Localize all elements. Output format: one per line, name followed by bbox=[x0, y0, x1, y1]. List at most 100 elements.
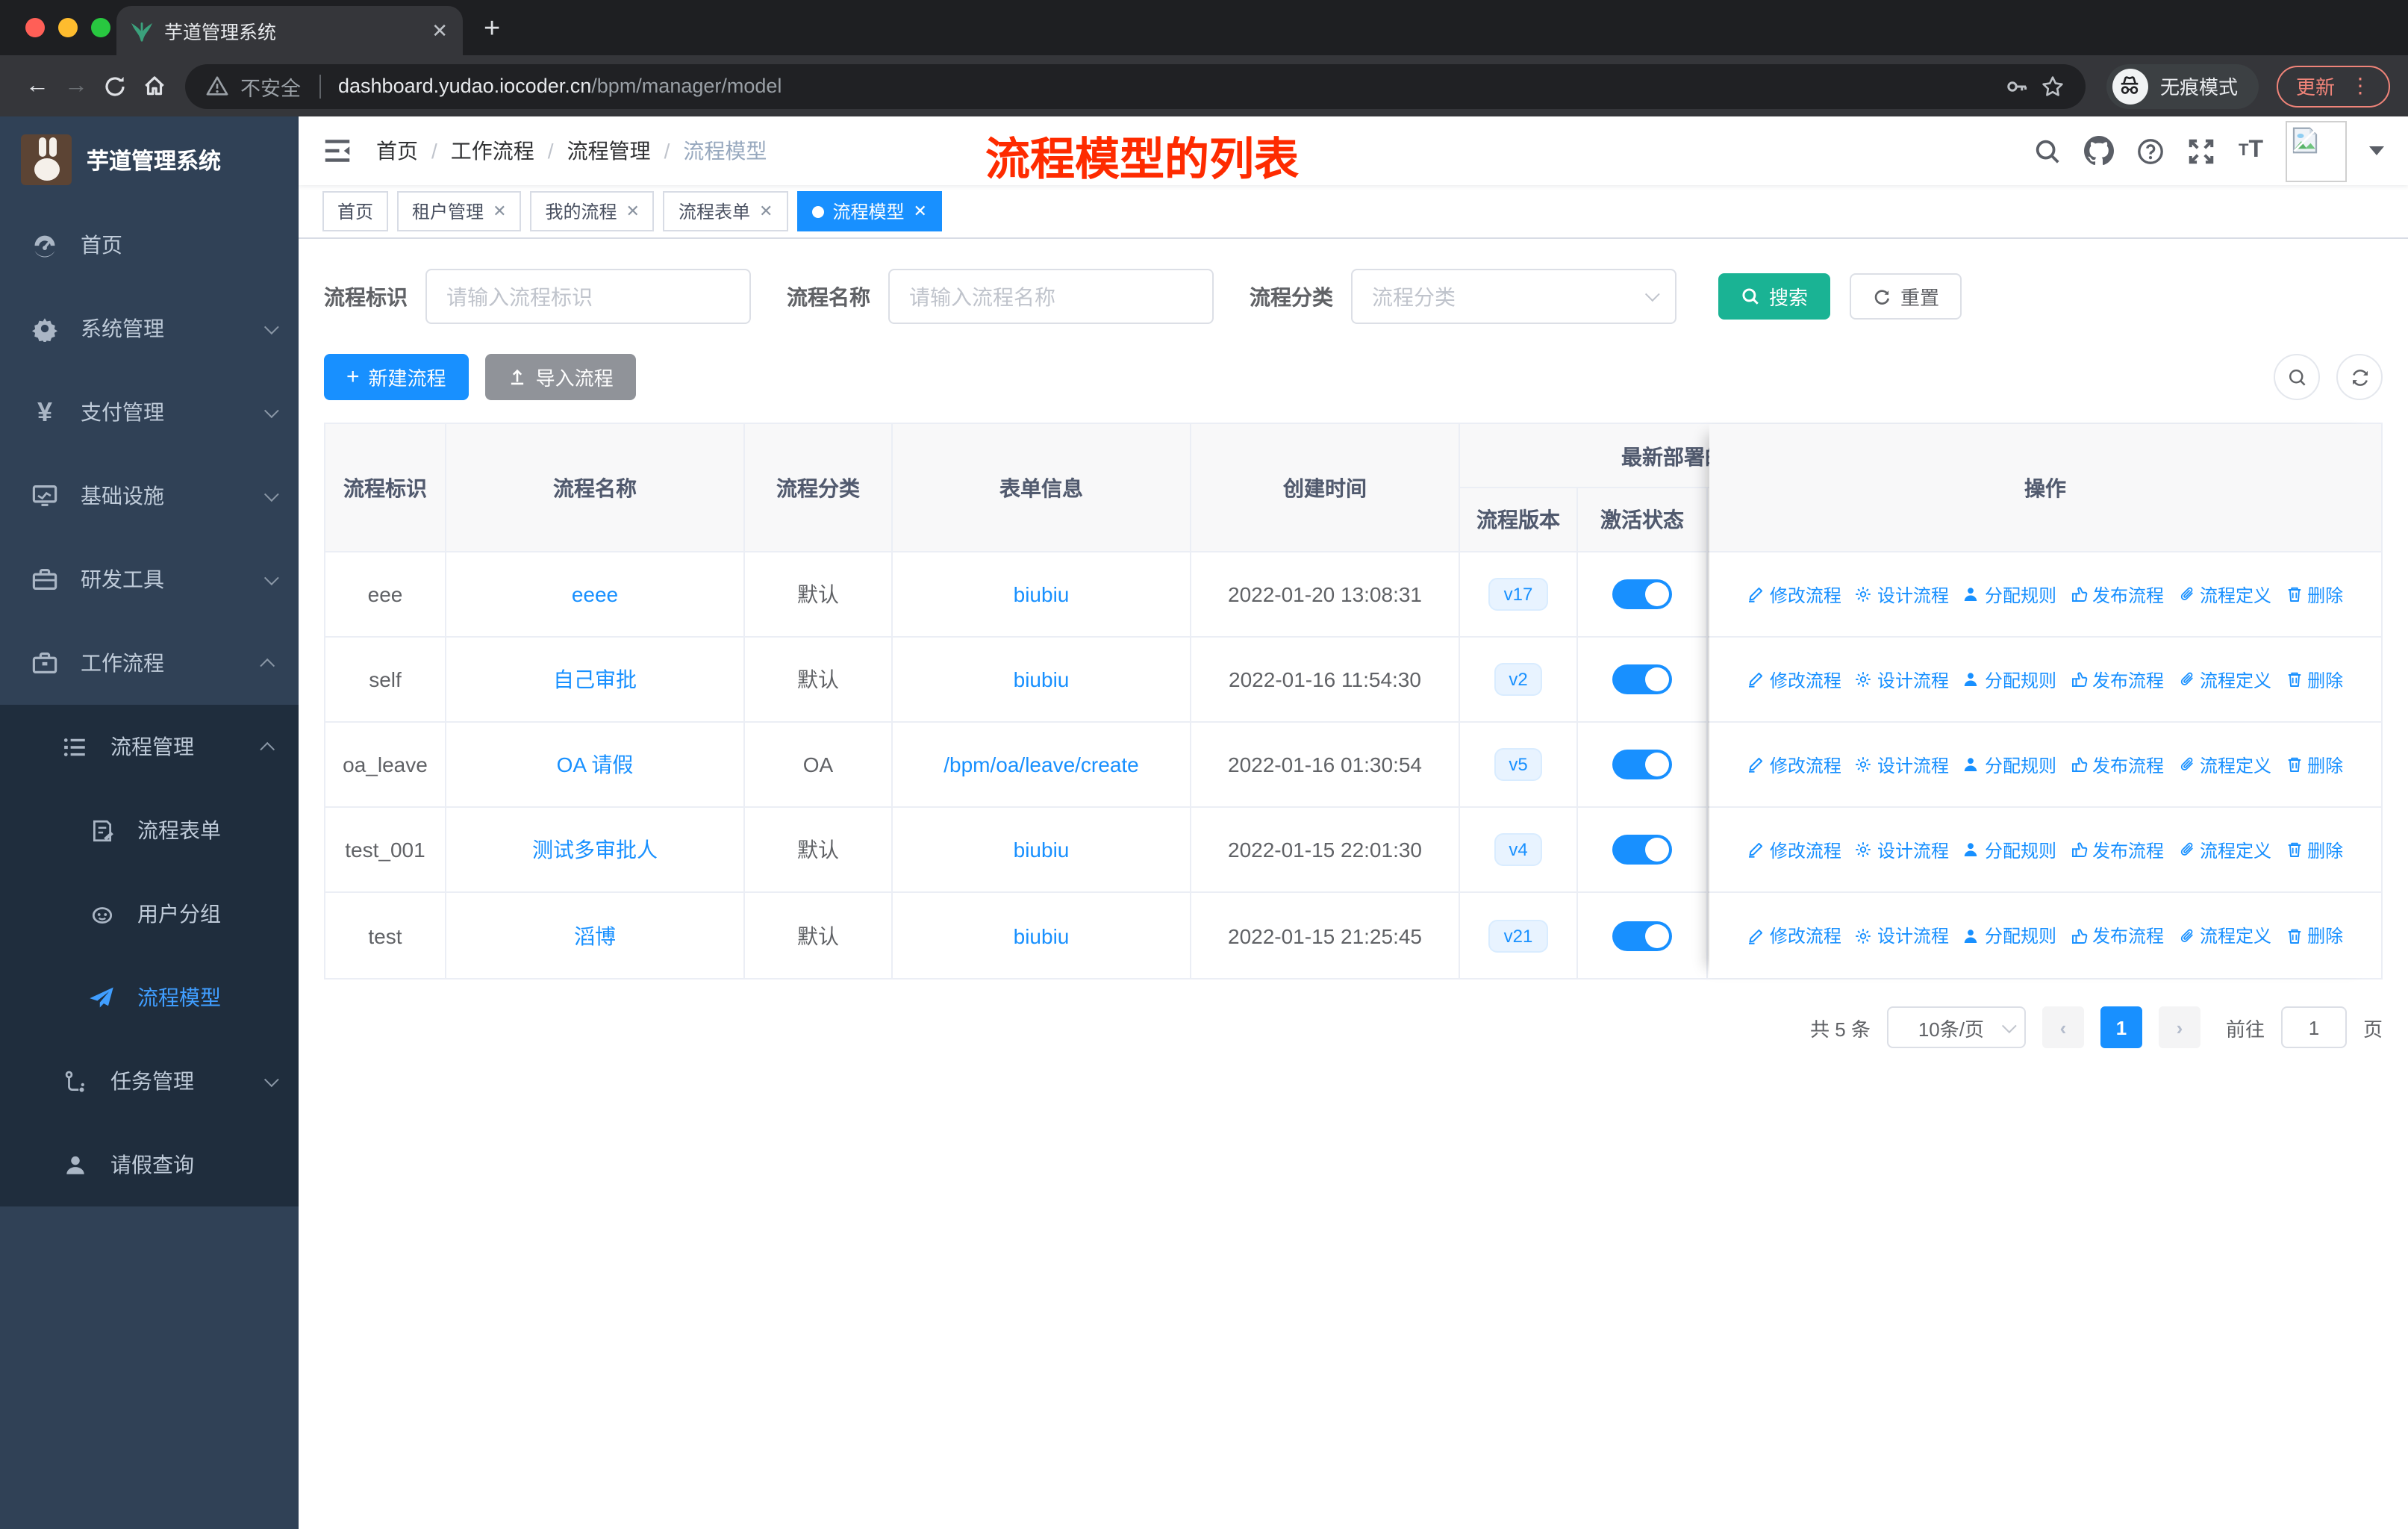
tag-process-model[interactable]: 流程模型 ✕ bbox=[796, 191, 942, 231]
next-page-button[interactable]: › bbox=[2158, 1006, 2200, 1048]
user-avatar[interactable] bbox=[2286, 120, 2347, 181]
assign-rule-link[interactable]: 分配规则 bbox=[1962, 837, 2056, 862]
process-definition-link[interactable]: 流程定义 bbox=[2177, 923, 2271, 948]
sidebar-item-user-group[interactable]: 用户分组 bbox=[0, 872, 299, 956]
sidebar-collapse-icon[interactable] bbox=[322, 136, 352, 166]
sidebar-logo-row[interactable]: 芋道管理系统 bbox=[0, 116, 299, 203]
cell-name-link[interactable]: OA 请假 bbox=[446, 723, 745, 806]
assign-rule-link[interactable]: 分配规则 bbox=[1962, 582, 2056, 607]
tag-close-icon[interactable]: ✕ bbox=[759, 202, 773, 221]
password-key-icon[interactable] bbox=[2005, 74, 2029, 98]
publish-process-link[interactable]: 发布流程 bbox=[2070, 837, 2164, 862]
active-toggle[interactable] bbox=[1612, 921, 1672, 950]
filter-key-input[interactable] bbox=[425, 269, 751, 324]
minimize-window-button[interactable] bbox=[58, 18, 78, 37]
publish-process-link[interactable]: 发布流程 bbox=[2070, 923, 2164, 948]
reset-button[interactable]: 重置 bbox=[1850, 273, 1962, 320]
help-icon[interactable] bbox=[2137, 137, 2165, 165]
close-window-button[interactable] bbox=[25, 18, 45, 37]
delete-link[interactable]: 删除 bbox=[2285, 923, 2343, 948]
delete-link[interactable]: 删除 bbox=[2285, 582, 2343, 607]
breadcrumb-process-mgmt[interactable]: 流程管理 bbox=[567, 136, 651, 166]
tag-home[interactable]: 首页 bbox=[322, 191, 389, 231]
address-bar[interactable]: 不安全 dashboard.yudao.iocoder.cn/bpm/manag… bbox=[185, 63, 2086, 108]
publish-process-link[interactable]: 发布流程 bbox=[2070, 752, 2164, 777]
security-warning-icon[interactable] bbox=[206, 75, 228, 97]
sidebar-item-process-mgmt[interactable]: 流程管理 bbox=[0, 705, 299, 788]
breadcrumb-workflow[interactable]: 工作流程 bbox=[451, 136, 534, 166]
design-process-link[interactable]: 设计流程 bbox=[1855, 923, 1949, 948]
maximize-window-button[interactable] bbox=[91, 18, 110, 37]
cell-form-link[interactable]: biubiu bbox=[893, 638, 1191, 721]
cell-name-link[interactable]: 测试多审批人 bbox=[446, 808, 745, 891]
browser-menu-icon[interactable]: ⋮ bbox=[2350, 73, 2371, 99]
assign-rule-link[interactable]: 分配规则 bbox=[1962, 752, 2056, 777]
active-toggle[interactable] bbox=[1612, 664, 1672, 694]
sidebar-item-infra[interactable]: 基础设施 bbox=[0, 454, 299, 538]
design-process-link[interactable]: 设计流程 bbox=[1855, 667, 1949, 692]
avatar-caret-icon[interactable] bbox=[2369, 146, 2384, 155]
create-process-button[interactable]: + 新建流程 bbox=[324, 354, 469, 400]
new-tab-button[interactable]: + bbox=[484, 13, 500, 46]
goto-page-input[interactable] bbox=[2280, 1006, 2347, 1048]
sidebar-item-task-mgmt[interactable]: 任务管理 bbox=[0, 1039, 299, 1123]
font-size-icon[interactable]: TT bbox=[2239, 137, 2263, 164]
design-process-link[interactable]: 设计流程 bbox=[1855, 752, 1949, 777]
fullscreen-icon[interactable] bbox=[2188, 137, 2216, 165]
cell-name-link[interactable]: 自己审批 bbox=[446, 638, 745, 721]
edit-process-link[interactable]: 修改流程 bbox=[1747, 582, 1841, 607]
design-process-link[interactable]: 设计流程 bbox=[1855, 582, 1949, 607]
delete-link[interactable]: 删除 bbox=[2285, 752, 2343, 777]
browser-tab[interactable]: 芋道管理系统 ✕ bbox=[116, 6, 463, 55]
edit-process-link[interactable]: 修改流程 bbox=[1747, 837, 1841, 862]
active-toggle[interactable] bbox=[1612, 579, 1672, 609]
page-size-select[interactable]: 10条/页 bbox=[1886, 1006, 2026, 1048]
refresh-table-icon[interactable] bbox=[2336, 354, 2383, 400]
back-button[interactable]: ← bbox=[18, 72, 57, 99]
process-definition-link[interactable]: 流程定义 bbox=[2177, 752, 2271, 777]
assign-rule-link[interactable]: 分配规则 bbox=[1962, 667, 2056, 692]
filter-category-select[interactable]: 流程分类 bbox=[1351, 269, 1676, 324]
delete-link[interactable]: 删除 bbox=[2285, 667, 2343, 692]
reload-button[interactable] bbox=[96, 74, 134, 98]
sidebar-item-system[interactable]: 系统管理 bbox=[0, 287, 299, 370]
update-label[interactable]: 更新 bbox=[2296, 72, 2335, 100]
assign-rule-link[interactable]: 分配规则 bbox=[1962, 923, 2056, 948]
tag-my-process[interactable]: 我的流程 ✕ bbox=[530, 191, 655, 231]
publish-process-link[interactable]: 发布流程 bbox=[2070, 667, 2164, 692]
prev-page-button[interactable]: ‹ bbox=[2042, 1006, 2084, 1048]
tag-close-icon[interactable]: ✕ bbox=[626, 202, 640, 221]
active-toggle[interactable] bbox=[1612, 835, 1672, 865]
tag-close-icon[interactable]: ✕ bbox=[493, 202, 506, 221]
home-button[interactable] bbox=[134, 73, 173, 99]
tag-process-form[interactable]: 流程表单 ✕ bbox=[663, 191, 788, 231]
sidebar-item-process-form[interactable]: 流程表单 bbox=[0, 788, 299, 872]
search-button[interactable]: 搜索 bbox=[1718, 273, 1831, 320]
import-process-button[interactable]: 导入流程 bbox=[484, 354, 636, 400]
process-definition-link[interactable]: 流程定义 bbox=[2177, 582, 2271, 607]
tag-tenant[interactable]: 租户管理 ✕ bbox=[397, 191, 522, 231]
sidebar-item-home[interactable]: 首页 bbox=[0, 203, 299, 287]
design-process-link[interactable]: 设计流程 bbox=[1855, 837, 1949, 862]
sidebar-item-payment[interactable]: ¥ 支付管理 bbox=[0, 370, 299, 454]
window-controls[interactable] bbox=[25, 18, 110, 37]
browser-update-pill[interactable]: 更新 ⋮ bbox=[2276, 65, 2390, 107]
cell-form-link[interactable]: biubiu bbox=[893, 552, 1191, 636]
cell-form-link[interactable]: /bpm/oa/leave/create bbox=[893, 723, 1191, 806]
toggle-search-icon[interactable] bbox=[2274, 354, 2320, 400]
page-number-button[interactable]: 1 bbox=[2100, 1006, 2142, 1048]
process-definition-link[interactable]: 流程定义 bbox=[2177, 837, 2271, 862]
sidebar-item-leave-query[interactable]: 请假查询 bbox=[0, 1123, 299, 1206]
tag-close-icon[interactable]: ✕ bbox=[913, 202, 926, 221]
cell-form-link[interactable]: biubiu bbox=[893, 808, 1191, 891]
cell-name-link[interactable]: 滔博 bbox=[446, 893, 745, 978]
cell-form-link[interactable]: biubiu bbox=[893, 893, 1191, 978]
filter-name-input[interactable] bbox=[888, 269, 1214, 324]
forward-button[interactable]: → bbox=[57, 72, 96, 99]
cell-name-link[interactable]: eeee bbox=[446, 552, 745, 636]
edit-process-link[interactable]: 修改流程 bbox=[1747, 667, 1841, 692]
sidebar-item-process-model[interactable]: 流程模型 bbox=[0, 956, 299, 1039]
edit-process-link[interactable]: 修改流程 bbox=[1747, 923, 1841, 948]
publish-process-link[interactable]: 发布流程 bbox=[2070, 582, 2164, 607]
breadcrumb-home[interactable]: 首页 bbox=[376, 136, 418, 166]
